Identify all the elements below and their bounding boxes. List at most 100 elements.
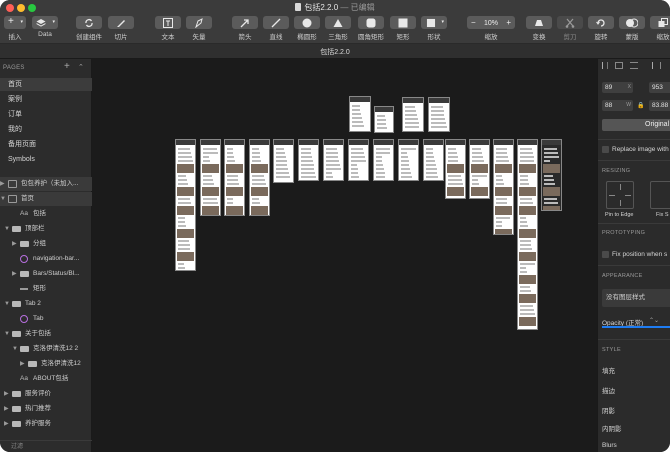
- document-tab[interactable]: 包括2.2.0: [0, 47, 670, 57]
- vector-tool[interactable]: 矢量: [185, 16, 213, 42]
- text-button[interactable]: [155, 16, 181, 29]
- page-item[interactable]: Symbols: [0, 153, 92, 166]
- disclosure-collapsed-icon[interactable]: ▶: [4, 402, 9, 416]
- zoom-in-icon[interactable]: +: [506, 16, 511, 29]
- layer-row[interactable]: ▶ 养护服务: [0, 417, 92, 431]
- page-item[interactable]: 案例: [0, 93, 92, 106]
- text-tool[interactable]: 文本: [154, 16, 182, 42]
- shadow-row-label[interactable]: 阴影: [602, 405, 615, 415]
- layer-row[interactable]: ▶ 分组: [0, 237, 92, 251]
- artboard-thumbnail[interactable]: [249, 139, 270, 216]
- artboard-thumbnail[interactable]: [374, 106, 394, 133]
- scale-tool[interactable]: 缩放: [649, 16, 670, 42]
- scale-button[interactable]: [650, 16, 670, 29]
- filter-field[interactable]: 过滤: [0, 440, 92, 452]
- artboard-thumbnail[interactable]: [373, 139, 394, 181]
- artboard-thumbnail[interactable]: [541, 139, 562, 211]
- layer-row[interactable]: ▶ 包包养护（未加入...: [0, 177, 92, 191]
- layer-row[interactable]: ▶ 克洛伊清洗12: [0, 357, 92, 371]
- layer-row[interactable]: ▼ Tab 2: [0, 297, 92, 311]
- opacity-chevron-icon[interactable]: ⌃⌄: [649, 317, 659, 324]
- rounded-rect-button[interactable]: [358, 16, 384, 29]
- layer-row[interactable]: ▶ 服务评价: [0, 387, 92, 401]
- insert-button[interactable]: + ▾: [4, 16, 26, 29]
- vector-button[interactable]: [186, 16, 212, 29]
- artboard-thumbnail[interactable]: [175, 139, 196, 271]
- artboard-thumbnail[interactable]: [423, 139, 444, 181]
- shape-button[interactable]: ▾: [421, 16, 447, 29]
- width-field[interactable]: 88 W: [602, 100, 633, 111]
- artboard-thumbnail[interactable]: [402, 97, 424, 132]
- fix-size-widget[interactable]: [650, 181, 670, 209]
- oval-button[interactable]: [294, 16, 320, 29]
- create-symbol-button[interactable]: [76, 16, 102, 29]
- collapse-pages-icon[interactable]: ⌃: [78, 63, 84, 71]
- create-symbol-tool[interactable]: 创建组件: [74, 16, 104, 42]
- fix-position-checkbox[interactable]: [602, 251, 609, 258]
- x-field[interactable]: 89 X: [602, 82, 633, 93]
- lock-proportions-icon[interactable]: 🔒: [637, 102, 644, 109]
- slice-button[interactable]: [108, 16, 134, 29]
- artboard-thumbnail[interactable]: [517, 139, 538, 330]
- layer-row[interactable]: ▶ Bars/Status/Bl...: [0, 267, 92, 281]
- layer-style-select[interactable]: 没有图层样式: [602, 289, 670, 307]
- layer-row[interactable]: Tab: [0, 312, 92, 326]
- pin-left-icon[interactable]: [609, 195, 615, 196]
- height-field[interactable]: 83.88: [649, 100, 670, 111]
- shape-tool[interactable]: ▾ 形状: [420, 16, 448, 42]
- artboard-thumbnail[interactable]: [348, 139, 369, 181]
- artboard-thumbnail[interactable]: [273, 139, 294, 183]
- artboard-thumbnail[interactable]: [445, 139, 466, 199]
- disclosure-collapsed-icon[interactable]: ▶: [20, 357, 25, 371]
- line-button[interactable]: [263, 16, 289, 29]
- disclosure-expanded-icon[interactable]: ▼: [4, 222, 10, 236]
- layer-row[interactable]: ▼ 首页: [0, 192, 92, 206]
- artboard-thumbnail[interactable]: [493, 139, 514, 235]
- insert-tool[interactable]: + ▾ 插入: [3, 16, 27, 42]
- layer-row[interactable]: ▼ 顶部栏: [0, 222, 92, 236]
- rotate-tool[interactable]: 旋转: [587, 16, 615, 42]
- align-center-icon[interactable]: [615, 62, 623, 69]
- distribute-icon[interactable]: [660, 62, 668, 69]
- disclosure-expanded-icon[interactable]: ▼: [4, 297, 10, 311]
- rotate-button[interactable]: [588, 16, 614, 29]
- triangle-button[interactable]: [325, 16, 351, 29]
- align-top-icon[interactable]: [645, 62, 653, 69]
- mask-tool[interactable]: 蒙版: [618, 16, 646, 42]
- pin-right-icon[interactable]: [625, 195, 631, 196]
- arrow-button[interactable]: [232, 16, 258, 29]
- disclosure-collapsed-icon[interactable]: ▶: [12, 267, 17, 281]
- disclosure-expanded-icon[interactable]: ▼: [0, 192, 6, 206]
- align-left-icon[interactable]: [602, 62, 608, 69]
- data-tool[interactable]: ▾ Data: [31, 16, 59, 42]
- transform-button[interactable]: [526, 16, 552, 29]
- layer-row[interactable]: ▶ 热门推荐: [0, 402, 92, 416]
- page-item[interactable]: 订单: [0, 108, 92, 121]
- add-page-icon[interactable]: +: [64, 61, 70, 72]
- zoom-control[interactable]: − 10% + 缩放: [466, 16, 516, 42]
- blurs-row-label[interactable]: Blurs: [602, 442, 617, 449]
- line-tool[interactable]: 直线: [262, 16, 290, 42]
- scissors-button[interactable]: [557, 16, 583, 29]
- disclosure-collapsed-icon[interactable]: ▶: [12, 237, 17, 251]
- triangle-tool[interactable]: 三角形: [324, 16, 352, 42]
- border-row-label[interactable]: 描边: [602, 385, 615, 395]
- inner-shadow-row-label[interactable]: 内阴影: [602, 423, 622, 433]
- artboard-thumbnail[interactable]: [349, 96, 371, 132]
- rectangle-button[interactable]: [390, 16, 416, 29]
- replace-image-checkbox[interactable]: [602, 146, 609, 153]
- artboard-thumbnail[interactable]: [398, 139, 419, 181]
- artboard-thumbnail[interactable]: [200, 139, 221, 216]
- disclosure-expanded-icon[interactable]: ▼: [4, 327, 10, 341]
- arrow-tool[interactable]: 箭头: [231, 16, 259, 42]
- disclosure-expanded-icon[interactable]: ▼: [12, 342, 18, 356]
- layer-row[interactable]: ▼ 克洛伊清洗12 2: [0, 342, 92, 356]
- artboard-thumbnail[interactable]: [469, 139, 490, 199]
- scissors-tool[interactable]: 剪刀: [556, 16, 584, 42]
- page-item[interactable]: 备用页面: [0, 138, 92, 151]
- artboard-thumbnail[interactable]: [224, 139, 245, 216]
- layer-row[interactable]: Aa ABOUT包括: [0, 372, 92, 386]
- opacity-slider[interactable]: [602, 326, 670, 328]
- disclosure-collapsed-icon[interactable]: ▶: [4, 387, 9, 401]
- zoom-stepper[interactable]: − 10% +: [467, 16, 515, 29]
